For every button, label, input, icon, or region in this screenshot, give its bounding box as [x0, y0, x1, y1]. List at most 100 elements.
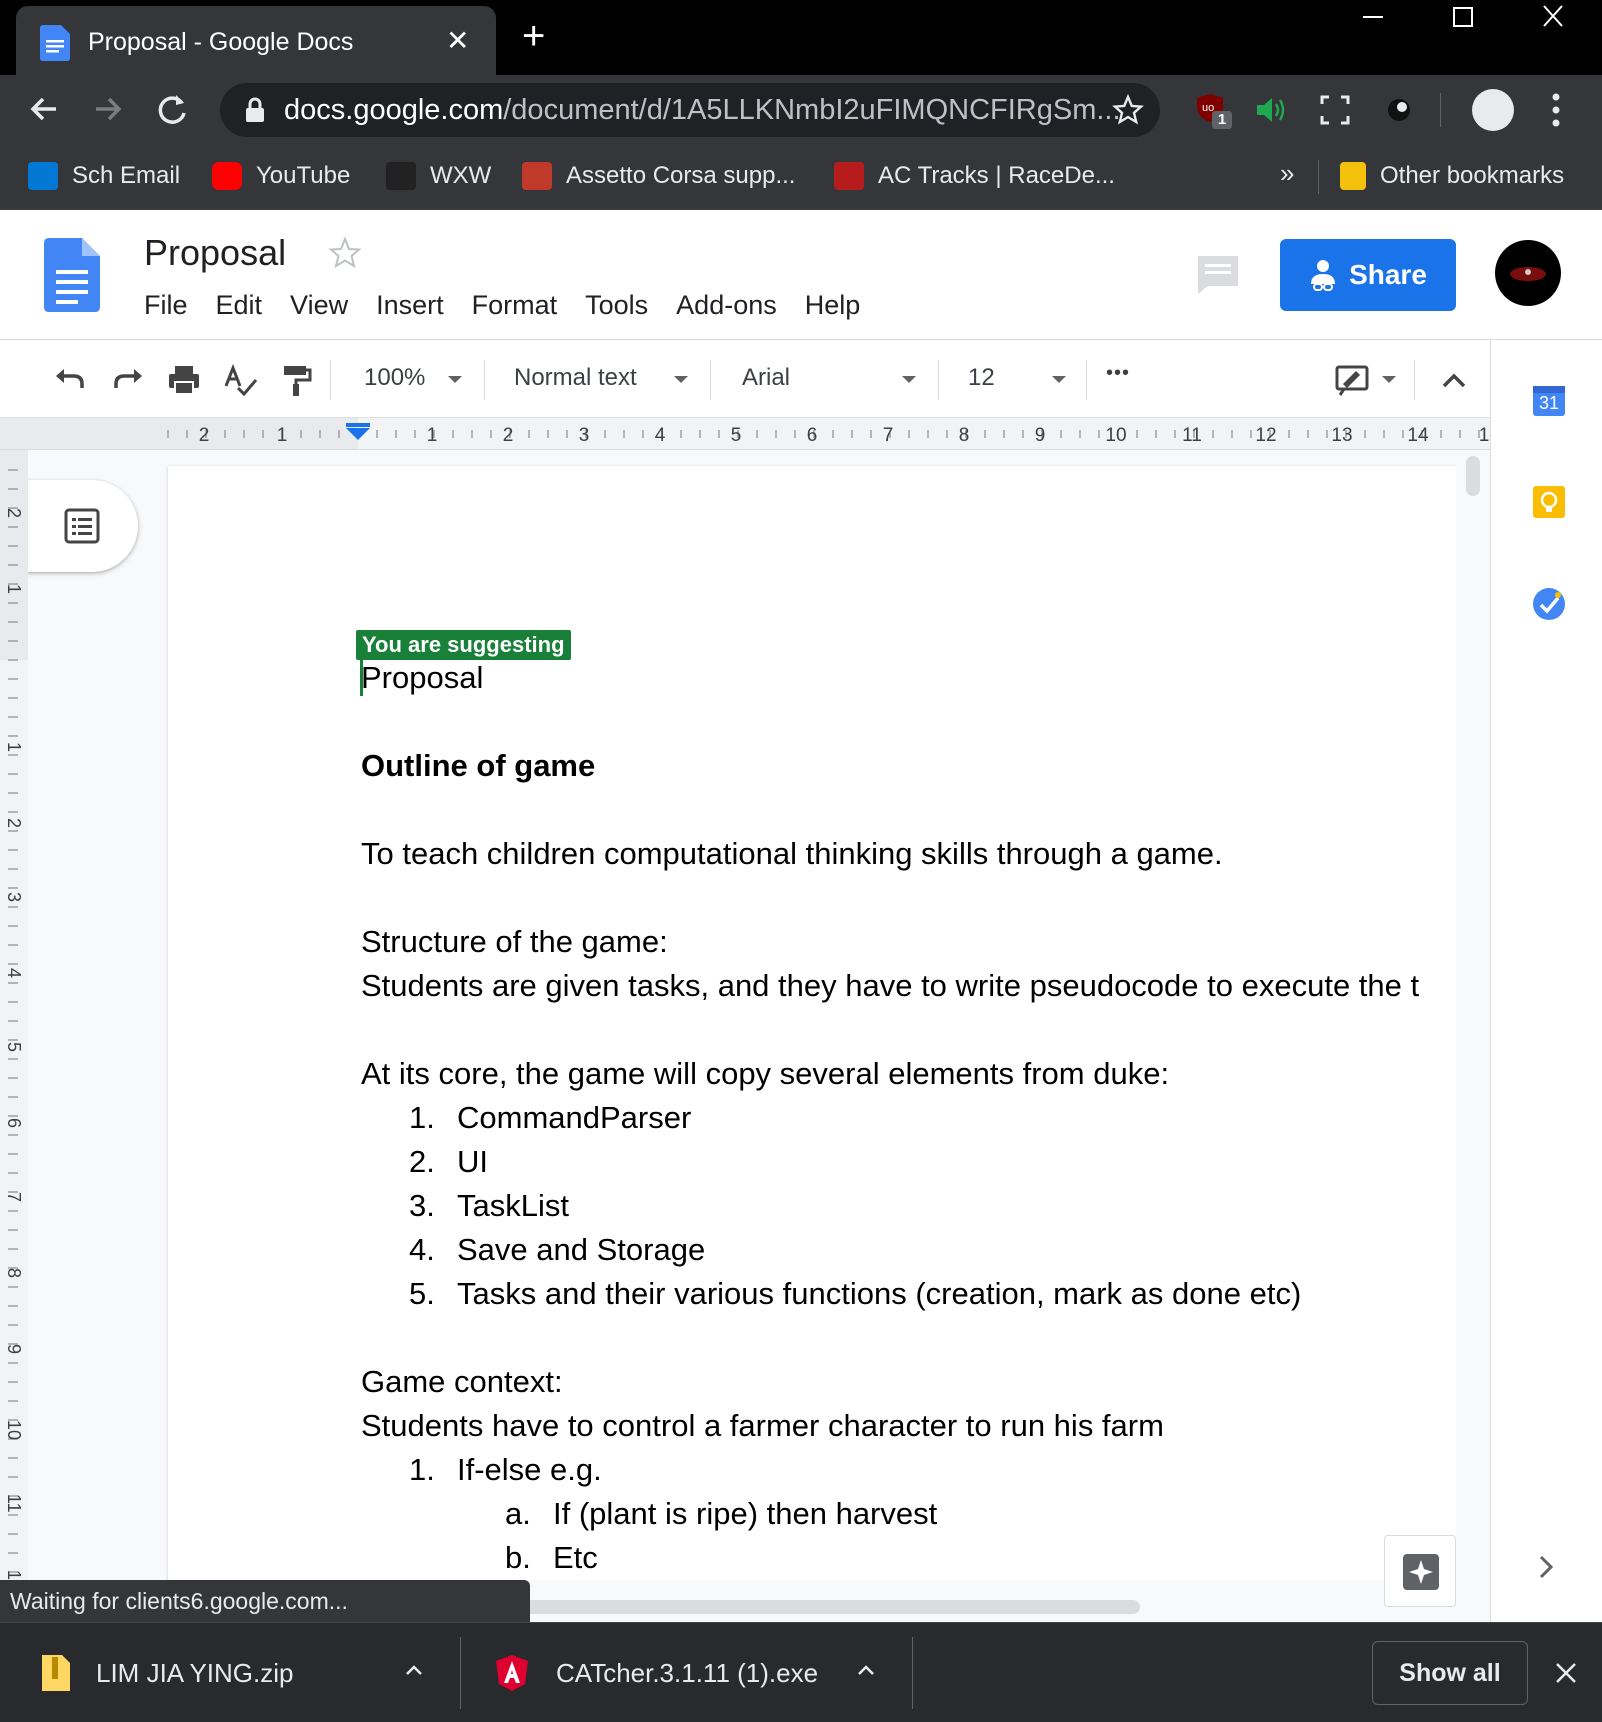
list-item[interactable]: CommandParser [457, 1100, 691, 1136]
chrome-profile-avatar[interactable] [1472, 89, 1514, 131]
calendar-addon[interactable]: 31 [1531, 382, 1567, 418]
zip-file-icon [42, 1655, 70, 1691]
ublock-extension[interactable]: uo 1 [1196, 93, 1232, 129]
zoom-caret-icon[interactable] [448, 376, 462, 383]
volume-extension-icon[interactable] [1254, 93, 1288, 127]
keep-icon[interactable] [1531, 484, 1567, 520]
reload-icon[interactable] [152, 89, 192, 129]
sublist-item[interactable]: Etc [553, 1540, 598, 1576]
maximize-icon[interactable] [1420, 0, 1506, 40]
bookmark-sch-email[interactable]: Sch Email [28, 158, 180, 194]
font-size-select[interactable]: 12 [968, 364, 995, 392]
document-title[interactable]: Proposal [144, 232, 286, 274]
doc-paragraph[interactable]: At its core, the game will copy several … [361, 1056, 1169, 1092]
download-options-chevron-icon[interactable] [856, 1663, 876, 1677]
list-item[interactable]: TaskList [457, 1188, 569, 1224]
expand-side-panel-icon[interactable] [1536, 1552, 1556, 1582]
docs-menubar: File Edit View Insert Format Tools Add-o… [130, 290, 874, 321]
menu-help[interactable]: Help [791, 290, 875, 321]
back-icon[interactable] [24, 89, 64, 129]
more-bookmarks-icon[interactable]: » [1280, 158, 1294, 189]
list-item[interactable]: Save and Storage [457, 1232, 705, 1268]
font-caret-icon[interactable] [902, 376, 916, 383]
star-document-icon[interactable] [328, 236, 362, 270]
redo-icon[interactable] [110, 362, 146, 398]
chrome-menu-icon[interactable] [1548, 89, 1564, 131]
ruler-label: 11 [1182, 425, 1202, 446]
bookmark-assetto-corsa[interactable]: Assetto Corsa supp... [522, 158, 795, 194]
style-caret-icon[interactable] [674, 376, 688, 383]
doc-paragraph[interactable]: To teach children computational thinking… [361, 836, 1223, 872]
horizontal-scrollbar[interactable] [500, 1600, 1140, 1614]
explore-button[interactable] [1384, 1535, 1456, 1607]
address-bar[interactable]: docs.google.com/document/d/1A5LLKNmbI2uF… [220, 83, 1160, 137]
sublist-item[interactable]: If (plant is ripe) then harvest [553, 1496, 937, 1532]
ruler-label: 4 [655, 425, 666, 446]
user-avatar[interactable] [1495, 240, 1561, 306]
tasks-icon[interactable] [1531, 586, 1567, 622]
font-select[interactable]: Arial [742, 364, 790, 392]
browser-tab[interactable]: Proposal - Google Docs ✕ [16, 6, 496, 75]
share-button[interactable]: Share [1280, 239, 1456, 311]
menu-insert[interactable]: Insert [362, 290, 458, 321]
ruler-label: 6 [807, 425, 818, 446]
url-text[interactable]: docs.google.com/document/d/1A5LLKNmbI2uF… [284, 94, 1121, 127]
download-item-zip[interactable]: LIM JIA YING.zip [40, 1623, 293, 1722]
editing-mode-icon[interactable] [1334, 362, 1370, 398]
menu-file[interactable]: File [130, 290, 202, 321]
horizontal-ruler[interactable]: 2 1 1 2 3 4 5 6 7 8 9 10 11 12 13 14 1 [0, 418, 1490, 450]
list-item[interactable]: If-else e.g. [457, 1452, 602, 1488]
google-docs-logo-icon[interactable] [44, 238, 100, 312]
zoom-select[interactable]: 100% [364, 364, 425, 392]
print-icon[interactable] [166, 362, 202, 398]
racedepartment-icon [834, 162, 864, 190]
tab-close-icon[interactable]: ✕ [446, 24, 469, 57]
list-item[interactable]: UI [457, 1144, 488, 1180]
bookmark-youtube[interactable]: YouTube [212, 158, 350, 194]
avatar-image-icon [1510, 267, 1546, 281]
minimize-icon[interactable] [1330, 0, 1416, 40]
doc-paragraph[interactable]: Structure of the game: [361, 924, 668, 960]
forward-icon[interactable] [88, 89, 128, 129]
close-shelf-icon[interactable] [1552, 1659, 1580, 1687]
doc-paragraph[interactable]: Students have to control a farmer charac… [361, 1408, 1164, 1444]
bookmark-star-icon[interactable] [1112, 94, 1144, 126]
doc-paragraph[interactable]: Students are given tasks, and they have … [361, 968, 1419, 1004]
share-person-icon [1311, 260, 1336, 291]
menu-format[interactable]: Format [458, 290, 572, 321]
show-all-button[interactable]: Show all [1372, 1641, 1528, 1705]
size-caret-icon[interactable] [1052, 376, 1066, 383]
download-item-exe[interactable]: CATcher.3.1.11 (1).exe [494, 1623, 818, 1722]
more-tools-icon[interactable]: ••• [1106, 362, 1130, 385]
fullscreen-extension-icon[interactable] [1318, 93, 1352, 127]
menu-addons[interactable]: Add-ons [662, 290, 791, 321]
doc-title-line[interactable]: Proposal [361, 660, 483, 696]
menu-tools[interactable]: Tools [571, 290, 662, 321]
spellcheck-icon[interactable] [222, 362, 258, 398]
doc-paragraph[interactable]: Game context: [361, 1364, 563, 1400]
bookmark-ac-tracks[interactable]: AC Tracks | RaceDe... [834, 158, 1115, 194]
collapse-menus-icon[interactable] [1436, 362, 1472, 398]
dark-reader-extension-icon[interactable] [1382, 93, 1416, 127]
paint-format-icon[interactable] [278, 362, 314, 398]
other-bookmarks[interactable]: Other bookmarks [1340, 158, 1564, 194]
vertical-ruler[interactable]: 21123456789101112 [0, 450, 28, 1580]
comments-icon[interactable] [1196, 254, 1240, 296]
bookmark-wxw[interactable]: WXW [386, 158, 491, 194]
doc-heading[interactable]: Outline of game [361, 748, 595, 784]
new-tab-icon[interactable]: + [522, 16, 545, 56]
style-select[interactable]: Normal text [514, 364, 637, 392]
list-item[interactable]: Tasks and their various functions (creat… [457, 1276, 1301, 1312]
ruler-label: 2 [4, 818, 24, 828]
lock-icon[interactable] [244, 97, 266, 123]
editing-mode-caret-icon[interactable] [1382, 376, 1396, 383]
download-options-chevron-icon[interactable] [404, 1663, 424, 1677]
close-window-icon[interactable] [1510, 0, 1596, 40]
menu-view[interactable]: View [276, 290, 362, 321]
menu-edit[interactable]: Edit [202, 290, 277, 321]
first-line-indent-icon[interactable] [346, 423, 370, 427]
document-outline-button[interactable] [28, 480, 138, 572]
vertical-scrollbar[interactable] [1466, 456, 1480, 496]
ruler-label: 11 [4, 1494, 24, 1513]
undo-icon[interactable] [52, 362, 88, 398]
